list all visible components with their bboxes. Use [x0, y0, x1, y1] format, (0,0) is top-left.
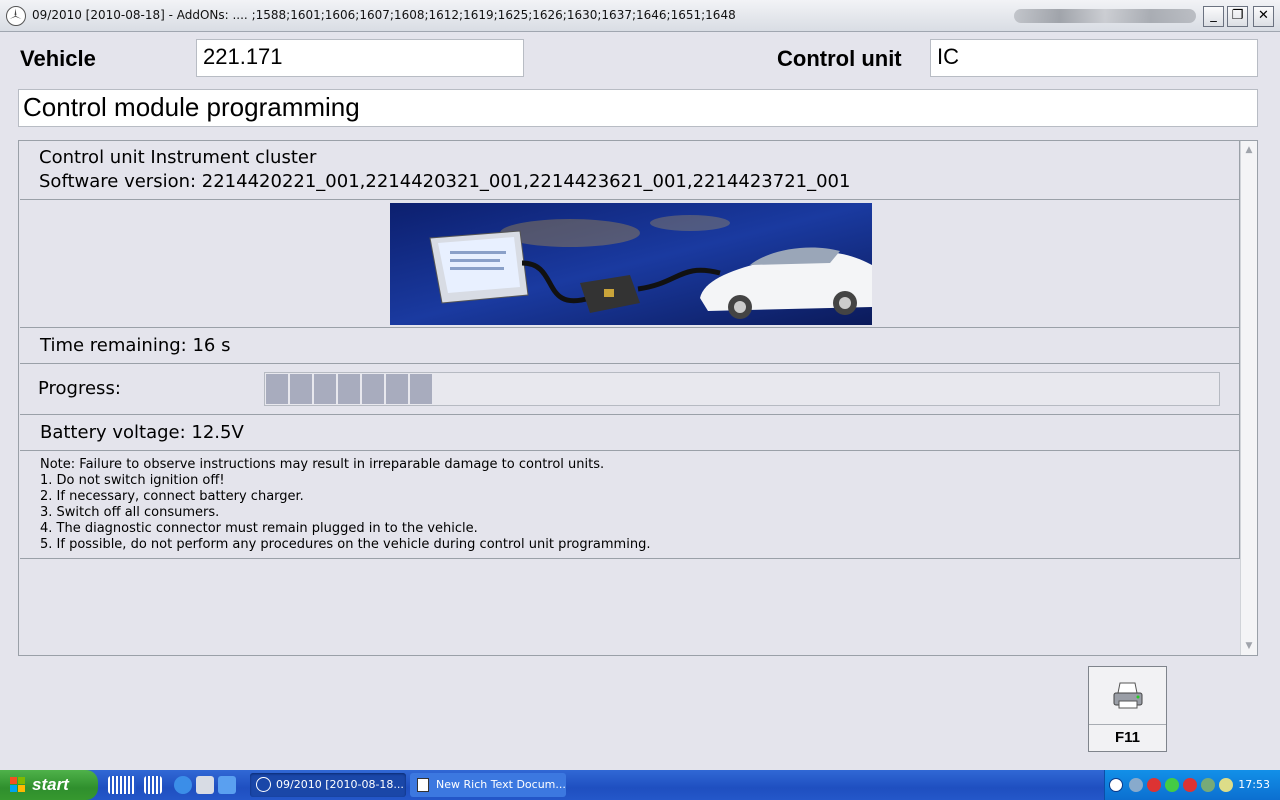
grid-icon[interactable]	[144, 776, 162, 794]
progress-segment	[338, 374, 360, 404]
taskbar: start 09/2010 [2010-08-18... New Rich Te…	[0, 770, 1280, 800]
progress-fill	[266, 374, 432, 404]
note-list: Note: Failure to observe instructions ma…	[40, 457, 650, 553]
battery-section: Battery voltage: 12.5V	[20, 415, 1240, 451]
print-key-label: F11	[1089, 724, 1166, 751]
pencil-icon[interactable]	[1219, 778, 1233, 792]
task-button-document[interactable]: New Rich Text Docum...	[410, 773, 566, 797]
illustration-section	[20, 200, 1240, 328]
windows-flag-icon	[10, 777, 25, 792]
note-line: Note: Failure to observe instructions ma…	[40, 457, 605, 472]
control-unit-field[interactable]: IC	[930, 39, 1258, 77]
note-line: 5. If possible, do not perform any proce…	[40, 537, 651, 552]
task-label: 09/2010 [2010-08-18...	[276, 778, 404, 791]
volume-icon[interactable]	[1201, 778, 1215, 792]
progress-segment	[314, 374, 336, 404]
progress-section: Progress:	[20, 364, 1240, 415]
progress-segment	[386, 374, 408, 404]
panel-scrollbar[interactable]: ▲ ▼	[1240, 141, 1257, 655]
task-button-diagnosis[interactable]: 09/2010 [2010-08-18...	[250, 773, 406, 797]
control-unit-info: Control unit Instrument cluster Software…	[20, 141, 1240, 200]
vehicle-field[interactable]: 221.171	[196, 39, 524, 77]
start-button[interactable]: start	[0, 770, 98, 800]
programming-illustration	[390, 203, 872, 325]
progress-segment	[266, 374, 288, 404]
mercedes-logo-icon	[6, 6, 26, 26]
note-line: 2. If necessary, connect battery charger…	[40, 489, 304, 504]
progress-segment	[362, 374, 384, 404]
mercedes-logo-icon	[256, 777, 271, 792]
note-line: 1. Do not switch ignition off!	[40, 473, 225, 488]
redacted-vin-area	[1014, 9, 1196, 23]
progress-segment	[290, 374, 312, 404]
document-icon	[417, 778, 429, 792]
system-tray: 17:53	[1104, 770, 1280, 800]
quick-launch-icon[interactable]	[218, 776, 236, 794]
time-remaining: Time remaining: 16 s	[40, 335, 231, 356]
start-label: start	[32, 775, 69, 794]
network-disconnected-icon[interactable]	[1147, 778, 1161, 792]
control-unit-label: Control unit	[777, 46, 902, 71]
progress-bar	[264, 372, 1220, 406]
note-section: Note: Failure to observe instructions ma…	[20, 451, 1240, 559]
progress-segment	[410, 374, 432, 404]
title-bar: 09/2010 [2010-08-18] - AddONs: .... ;158…	[0, 0, 1280, 32]
battery-voltage: Battery voltage: 12.5V	[40, 422, 244, 443]
internet-explorer-icon[interactable]	[174, 776, 192, 794]
print-button[interactable]: F11	[1088, 666, 1167, 752]
control-unit-name: Control unit Instrument cluster	[39, 147, 317, 168]
network-icon[interactable]	[1129, 778, 1143, 792]
software-version: Software version: 2214420221_001,2214420…	[39, 171, 851, 192]
restore-button[interactable]: ❐	[1227, 6, 1248, 27]
note-line: 3. Switch off all consumers.	[40, 505, 220, 520]
keyboard-icon[interactable]	[108, 776, 136, 794]
scroll-up-icon[interactable]: ▲	[1243, 144, 1255, 156]
minimize-button[interactable]: _	[1203, 6, 1224, 27]
vehicle-label: Vehicle	[20, 46, 96, 71]
task-label: New Rich Text Docum...	[436, 778, 566, 791]
desktop-icon[interactable]	[196, 776, 214, 794]
scroll-down-icon[interactable]: ▼	[1243, 640, 1255, 652]
progress-label: Progress:	[38, 378, 121, 399]
main-window: Vehicle 221.171 Control unit IC Control …	[0, 32, 1280, 770]
page-title: Control module programming	[18, 89, 1258, 127]
time-remaining-section: Time remaining: 16 s	[20, 328, 1240, 364]
security-shield-icon[interactable]	[1165, 778, 1179, 792]
programming-panel: Control unit Instrument cluster Software…	[18, 140, 1258, 656]
tray-expand-icon[interactable]	[1109, 778, 1123, 792]
window-title: 09/2010 [2010-08-18] - AddONs: .... ;158…	[32, 8, 736, 22]
diagnostic-tablet-icon	[429, 230, 529, 304]
close-button[interactable]: ✕	[1253, 6, 1274, 27]
clock: 17:53	[1238, 778, 1270, 791]
alert-icon[interactable]	[1183, 778, 1197, 792]
note-line: 4. The diagnostic connector must remain …	[40, 521, 478, 536]
printer-icon	[1113, 682, 1143, 709]
